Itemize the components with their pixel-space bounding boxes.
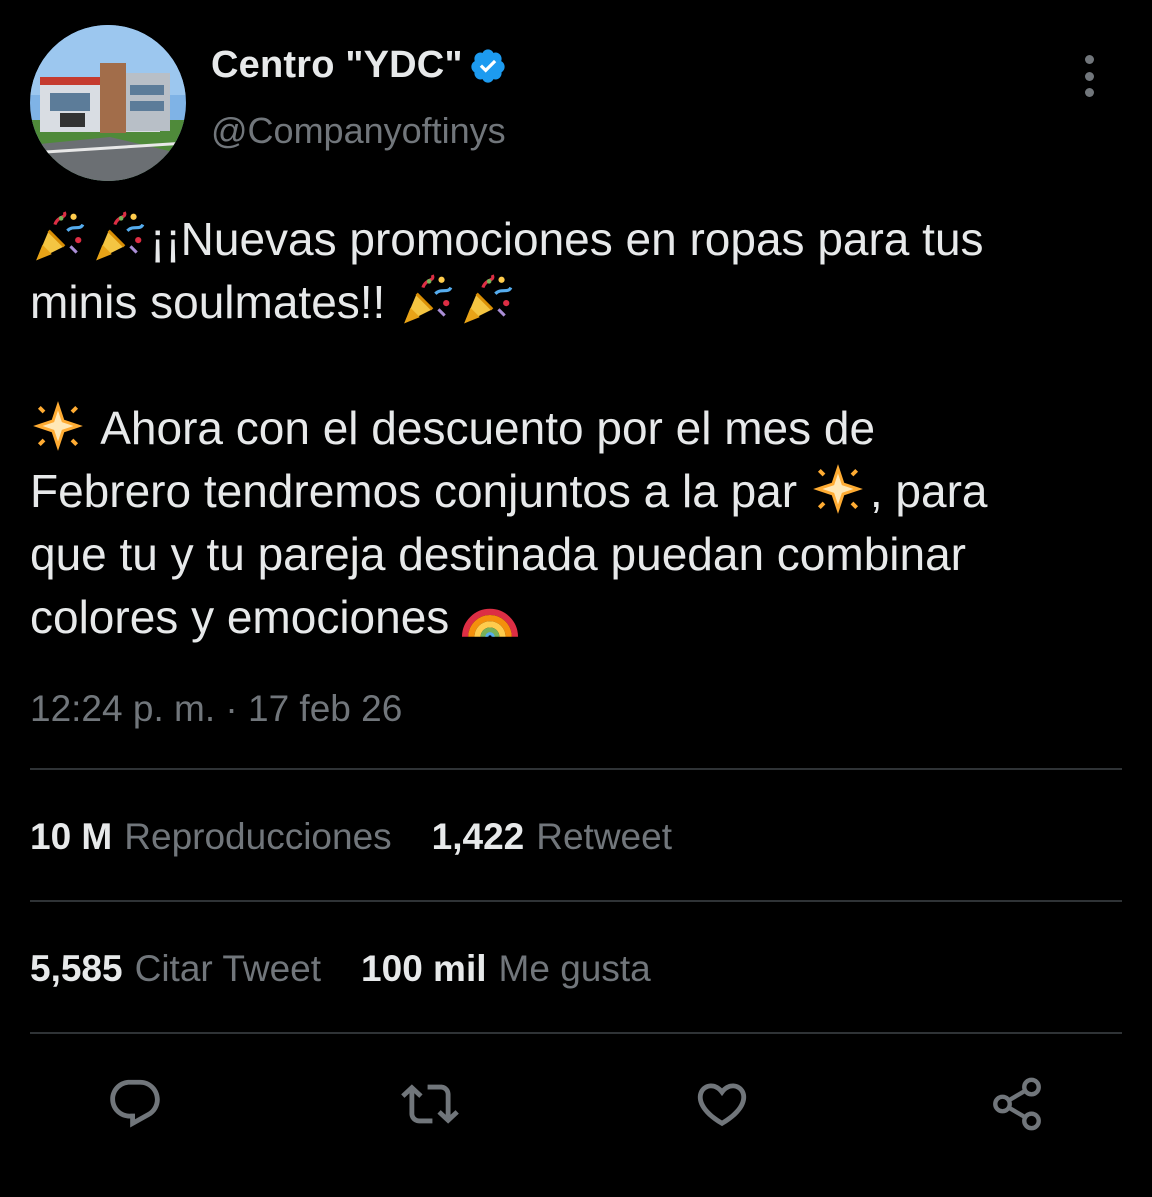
tweet-line-text: que tu y tu pareja destinada puedan comb… xyxy=(30,528,966,580)
like-icon[interactable] xyxy=(690,1072,754,1136)
dot xyxy=(1084,71,1094,81)
divider xyxy=(30,768,1122,770)
tweet-line: minis soulmates!! xyxy=(30,271,1140,334)
more-options-icon[interactable] xyxy=(1072,55,1106,97)
tweet-line-text: minis soulmates!! xyxy=(30,276,386,328)
tweet-line-text: , para xyxy=(869,465,988,517)
party-popper-icon xyxy=(398,272,454,328)
tweet-line-text: Ahora con el descuento por el mes de xyxy=(100,402,876,454)
tweet-line: Febrero tendremos conjuntos a la par , p… xyxy=(30,460,1140,523)
retweets-count[interactable]: 1,422 xyxy=(432,816,525,858)
avatar[interactable] xyxy=(30,25,186,181)
tweet-line: Ahora con el descuento por el mes de xyxy=(30,397,1140,460)
party-popper-icon xyxy=(30,209,86,265)
likes-label[interactable]: Me gusta xyxy=(499,948,651,990)
glowing-star-icon xyxy=(810,461,866,517)
views-count: 10 M xyxy=(30,816,113,857)
author-name-row[interactable]: Centro "YDC" xyxy=(211,44,507,87)
tweet-line-text: colores y emociones xyxy=(30,591,450,643)
tweet-line: que tu y tu pareja destinada puedan comb… xyxy=(30,523,1140,586)
divider xyxy=(30,900,1122,902)
tweet-line: colores y emociones xyxy=(30,586,1140,649)
stats-row-quotes-likes: 5,585 Citar Tweet 100 mil Me gusta xyxy=(30,948,691,990)
tweet-line-text: ¡¡Nuevas promociones en ropas para tus xyxy=(150,213,984,265)
divider xyxy=(30,1032,1122,1034)
tweet-line-text: Febrero tendremos conjuntos a la par xyxy=(30,465,798,517)
tweet-timestamp[interactable]: 12:24 p. m. · 17 feb 26 xyxy=(30,688,402,730)
likes-count[interactable]: 100 mil xyxy=(361,948,486,990)
share-icon[interactable] xyxy=(985,1072,1049,1136)
stats-row-views-retweets: 10 M Reproducciones 1,422 Retweet xyxy=(30,816,712,858)
tweet-line: ¡¡Nuevas promociones en ropas para tus xyxy=(30,208,1140,271)
retweets-label[interactable]: Retweet xyxy=(536,816,672,858)
author-handle[interactable]: @Companyoftinys xyxy=(211,110,506,152)
reply-icon[interactable] xyxy=(103,1072,167,1136)
dot xyxy=(1084,88,1094,97)
views-label: Reproducciones xyxy=(124,816,392,857)
author-name[interactable]: Centro "YDC" xyxy=(211,44,463,87)
quotes-count[interactable]: 5,585 xyxy=(30,948,123,990)
verified-badge-icon xyxy=(469,47,507,85)
tweet-action-bar xyxy=(0,1072,1152,1136)
tweet-text: ¡¡Nuevas promociones en ropas para tus m… xyxy=(30,208,1140,649)
party-popper-icon xyxy=(90,209,146,265)
dot xyxy=(1084,55,1094,64)
quotes-label[interactable]: Citar Tweet xyxy=(135,948,321,990)
party-popper-icon xyxy=(458,272,514,328)
glowing-star-icon xyxy=(30,398,86,454)
rainbow-icon xyxy=(462,587,519,643)
retweet-icon[interactable] xyxy=(398,1072,462,1136)
